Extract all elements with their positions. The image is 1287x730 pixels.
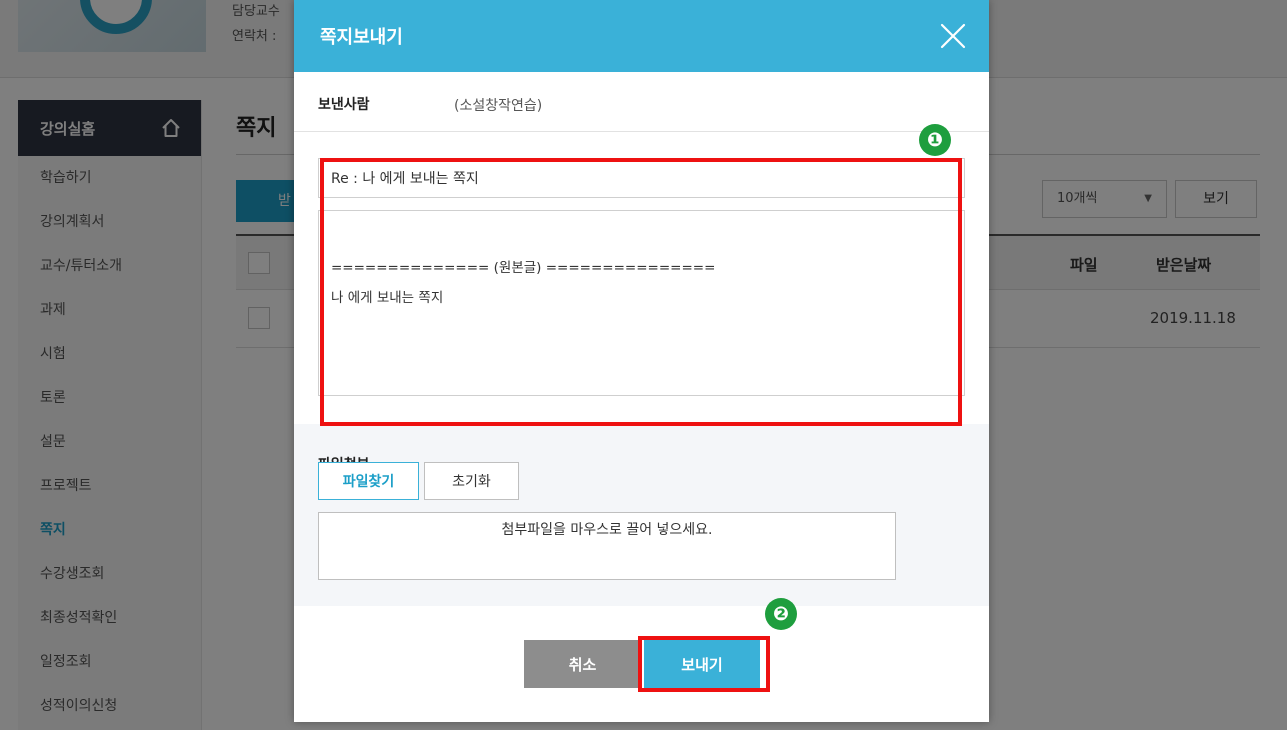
subject-input[interactable] [318,158,965,198]
step-2-badge: ❷ [765,598,797,630]
sender-label: 보낸사람 [318,97,370,113]
sender-row: 보낸사람 (소설창작연습) [294,78,989,132]
message-body-textarea[interactable]: ============== (원본글) =============== 나 에… [318,210,965,396]
attachment-section: 파일첨부 파일찾기 초기화 첨부파일을 마우스로 끌어 넣으세요. [294,424,989,606]
dialog-header: 쪽지보내기 [294,0,989,72]
dialog-footer: 취소 보내기 [294,640,989,688]
cancel-button[interactable]: 취소 [524,640,641,688]
reset-attachments-button[interactable]: 초기화 [424,462,519,500]
step-1-badge: ❶ [919,124,951,156]
send-button[interactable]: 보내기 [644,640,760,688]
file-dropzone[interactable]: 첨부파일을 마우스로 끌어 넣으세요. [318,512,896,580]
find-file-button[interactable]: 파일찾기 [318,462,419,500]
sender-value: (소설창작연습) [454,98,543,114]
close-icon[interactable] [939,22,967,50]
dialog-title: 쪽지보내기 [320,27,403,48]
send-message-dialog: 쪽지보내기 보낸사람 (소설창작연습) ============== (원본글)… [294,0,989,722]
